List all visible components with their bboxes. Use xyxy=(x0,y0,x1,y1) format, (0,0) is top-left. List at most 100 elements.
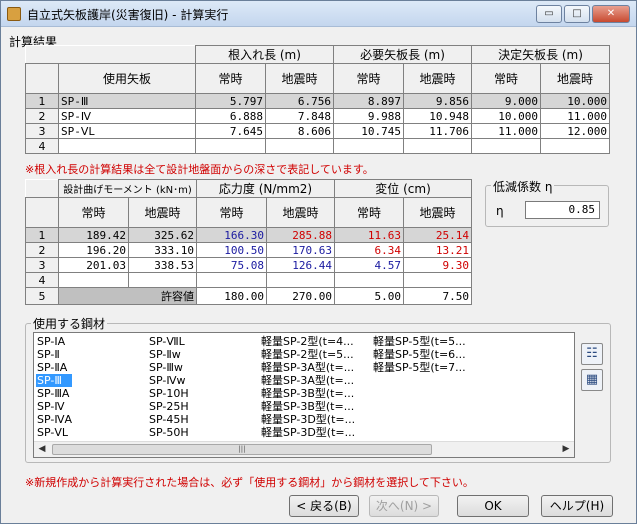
row-index[interactable]: 2 xyxy=(25,242,59,258)
cell-displacement[interactable]: 25.14 xyxy=(403,227,473,243)
cell-stress[interactable] xyxy=(196,272,268,288)
cell-moment[interactable]: 201.03 xyxy=(58,257,129,273)
cell[interactable] xyxy=(333,138,404,154)
help-button[interactable]: ヘルプ(H) xyxy=(541,495,613,517)
list-item[interactable]: 軽量SP-2型(t=4... xyxy=(260,335,355,348)
cell-name[interactable] xyxy=(58,138,196,154)
cell-stress[interactable]: 100.50 xyxy=(196,242,268,258)
row-index[interactable]: 3 xyxy=(25,123,59,139)
close-button[interactable]: ✕ xyxy=(592,5,630,23)
cell[interactable]: 11.000 xyxy=(471,123,541,139)
table-row[interactable]: 4 xyxy=(25,272,473,288)
table-row[interactable]: 3 201.03 338.53 75.08 126.44 4.57 9.30 xyxy=(25,257,473,273)
list-view-icon[interactable]: ☷ xyxy=(581,343,603,365)
next-button[interactable]: 次へ(N) > xyxy=(369,495,439,517)
table-row[interactable]: 2 196.20 333.10 100.50 170.63 6.34 13.21 xyxy=(25,242,473,258)
cell[interactable]: 8.606 xyxy=(265,123,334,139)
list-item[interactable]: SP-10H xyxy=(148,387,189,400)
cell[interactable]: 6.756 xyxy=(265,93,334,109)
row-index[interactable]: 4 xyxy=(25,138,59,154)
list-item[interactable]: SP-50H xyxy=(148,426,189,439)
list-item[interactable]: 軽量SP-3D型(t=... xyxy=(260,413,355,426)
cell-displacement[interactable]: 4.57 xyxy=(334,257,405,273)
scroll-right-icon[interactable]: ▶ xyxy=(558,442,574,457)
list-item[interactable]: SP-45H xyxy=(148,413,189,426)
list-item[interactable]: SP-Ⅳw xyxy=(148,374,189,387)
cell[interactable]: 7.645 xyxy=(195,123,266,139)
steel-material-list[interactable]: SP-ⅠA SP-Ⅱ SP-ⅡA SP-Ⅲ SP-ⅢA SP-Ⅳ SP-ⅣA S… xyxy=(33,332,575,458)
list-item[interactable]: 軽量SP-5型(t=5... xyxy=(372,335,466,348)
maximize-button[interactable]: □ xyxy=(564,5,590,23)
cell-stress[interactable]: 75.08 xyxy=(196,257,268,273)
reduction-factor-input[interactable]: 0.85 xyxy=(525,201,600,219)
list-item[interactable]: SP-ⅡA xyxy=(36,361,72,374)
cell-moment[interactable]: 196.20 xyxy=(58,242,129,258)
list-item[interactable]: 軽量SP-2型(t=5... xyxy=(260,348,355,361)
list-item[interactable]: SP-Ⅱ xyxy=(36,348,72,361)
scroll-thumb[interactable]: ||| xyxy=(52,444,432,455)
list-item[interactable]: 軽量SP-3D型(t=... xyxy=(260,426,355,439)
list-item[interactable]: 軽量SP-5型(t=7... xyxy=(372,361,466,374)
list-item[interactable]: SP-ⅦL xyxy=(148,335,189,348)
cell[interactable]: 9.000 xyxy=(471,93,541,109)
cell[interactable] xyxy=(403,138,472,154)
minimize-button[interactable]: ▭ xyxy=(536,5,562,23)
list-item[interactable]: 軽量SP-3A型(t=... xyxy=(260,374,355,387)
cell[interactable]: 11.000 xyxy=(540,108,610,124)
list-item[interactable]: SP-ⅠA xyxy=(36,335,72,348)
cell-stress[interactable]: 285.88 xyxy=(266,227,336,243)
cell-stress[interactable] xyxy=(266,272,336,288)
row-index[interactable]: 3 xyxy=(25,257,59,273)
list-item-selected[interactable]: SP-Ⅲ xyxy=(36,374,73,387)
cell[interactable]: 11.706 xyxy=(403,123,472,139)
cell[interactable]: 10.948 xyxy=(403,108,472,124)
table-row[interactable]: 2 SP-Ⅳ 6.888 7.848 9.988 10.948 10.000 1… xyxy=(25,108,610,124)
table-row[interactable]: 4 xyxy=(25,138,610,154)
cell-moment[interactable]: 325.62 xyxy=(127,227,198,243)
cell[interactable]: 6.888 xyxy=(195,108,266,124)
cell[interactable]: 12.000 xyxy=(540,123,610,139)
cell[interactable] xyxy=(265,138,334,154)
cell[interactable]: 9.988 xyxy=(333,108,404,124)
ok-button[interactable]: OK xyxy=(457,495,529,517)
list-item[interactable]: 軽量SP-3A型(t=... xyxy=(260,361,355,374)
list-item[interactable]: SP-Ⅳ xyxy=(36,400,72,413)
cell[interactable]: 7.848 xyxy=(265,108,334,124)
table-row[interactable]: 3 SP-ⅤL 7.645 8.606 10.745 11.706 11.000… xyxy=(25,123,610,139)
cell-moment[interactable] xyxy=(127,272,198,288)
list-item[interactable]: SP-ⅤL xyxy=(36,426,72,439)
cell[interactable]: 10.745 xyxy=(333,123,404,139)
row-index[interactable]: 1 xyxy=(25,227,59,243)
table-row[interactable]: 1 189.42 325.62 166.30 285.88 11.63 25.1… xyxy=(25,227,473,243)
cell-displacement[interactable] xyxy=(403,272,473,288)
cell-displacement[interactable]: 13.21 xyxy=(403,242,473,258)
cell-moment[interactable] xyxy=(58,272,129,288)
table-row[interactable]: 1 SP-Ⅲ 5.797 6.756 8.897 9.856 9.000 10.… xyxy=(25,93,610,109)
cell-displacement[interactable]: 6.34 xyxy=(334,242,405,258)
horizontal-scrollbar[interactable]: ◀ ||| ▶ xyxy=(34,441,574,457)
row-index[interactable]: 1 xyxy=(25,93,59,109)
detail-view-icon[interactable]: ▦ xyxy=(581,369,603,391)
row-index[interactable]: 2 xyxy=(25,108,59,124)
list-item[interactable]: SP-ⅢA xyxy=(36,387,72,400)
cell[interactable] xyxy=(195,138,266,154)
row-index[interactable]: 4 xyxy=(25,272,59,288)
cell-moment[interactable]: 333.10 xyxy=(127,242,198,258)
cell-stress[interactable]: 166.30 xyxy=(196,227,268,243)
cell[interactable]: 10.000 xyxy=(471,108,541,124)
list-item[interactable]: SP-25H xyxy=(148,400,189,413)
list-item[interactable]: 軽量SP-3B型(t=... xyxy=(260,387,355,400)
cell-stress[interactable]: 170.63 xyxy=(266,242,336,258)
list-item[interactable]: SP-ⅣA xyxy=(36,413,72,426)
cell-stress[interactable]: 126.44 xyxy=(266,257,336,273)
cell-moment[interactable]: 338.53 xyxy=(127,257,198,273)
cell-displacement[interactable]: 11.63 xyxy=(334,227,405,243)
cell[interactable] xyxy=(471,138,541,154)
cell-moment[interactable]: 189.42 xyxy=(58,227,129,243)
cell[interactable]: 9.856 xyxy=(403,93,472,109)
cell[interactable]: 5.797 xyxy=(195,93,266,109)
cell[interactable]: 8.897 xyxy=(333,93,404,109)
cell-name[interactable]: SP-ⅤL xyxy=(58,123,196,139)
scroll-left-icon[interactable]: ◀ xyxy=(34,442,50,457)
cell-displacement[interactable] xyxy=(334,272,405,288)
